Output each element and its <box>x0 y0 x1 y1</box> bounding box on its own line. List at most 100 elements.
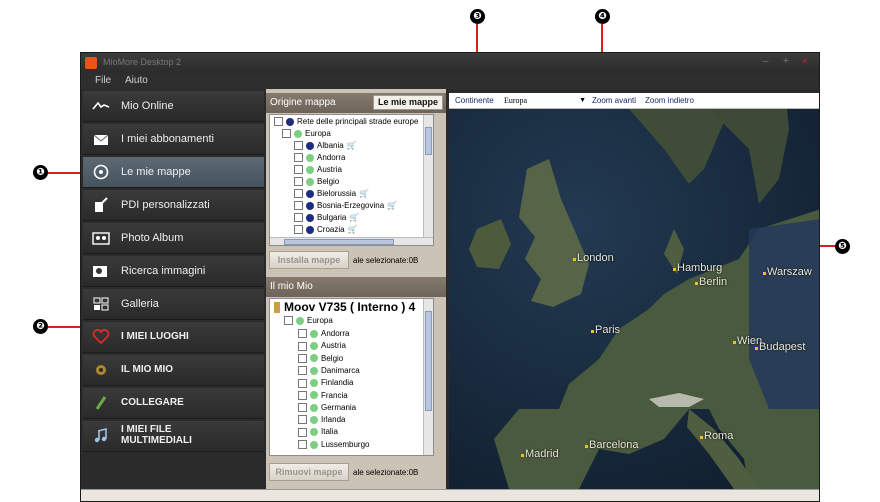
map-status-icon <box>310 342 318 351</box>
checkbox[interactable] <box>298 353 307 363</box>
nav-item-my-places[interactable]: I MIEI LUOGHI <box>83 322 264 353</box>
device-tree-row[interactable]: Belgio <box>298 354 343 366</box>
origin-map-tree[interactable]: Rete delle principali strade europe Europ… <box>269 114 434 246</box>
nav-item-custom-poi[interactable]: PDI personalizzati <box>83 190 264 221</box>
nav-item-my-maps[interactable]: Le mie mappe <box>83 157 264 188</box>
checkbox[interactable] <box>294 213 303 223</box>
continent-select[interactable]: Europa ▼ <box>501 94 587 107</box>
close-icon[interactable]: × <box>802 56 808 67</box>
map-status-icon <box>310 428 318 437</box>
device-tree-row[interactable]: Francia <box>298 391 348 403</box>
checkbox[interactable] <box>298 427 307 437</box>
cart-icon[interactable]: 🛒 <box>387 201 397 210</box>
device-tree-row[interactable]: Andorra <box>298 329 349 341</box>
gallery-icon <box>93 297 109 311</box>
origin-tree-row[interactable]: Albania 🛒 <box>294 141 357 153</box>
checkbox[interactable] <box>298 403 307 413</box>
city-marker <box>700 436 703 439</box>
menu-help[interactable]: Aiuto <box>125 75 148 86</box>
cart-icon[interactable]: 🛒 <box>359 189 369 198</box>
title-bar: MioMore Desktop 2 – + × <box>81 53 819 73</box>
device-tree-row[interactable]: Germania <box>298 403 356 415</box>
scroll-thumb[interactable] <box>425 127 432 155</box>
my-maps-button[interactable]: Le mie mappe <box>372 95 443 110</box>
origin-tree-row[interactable]: Europa <box>282 129 331 141</box>
checkbox[interactable] <box>294 141 303 151</box>
checkbox[interactable] <box>298 378 307 388</box>
checkbox[interactable] <box>298 366 307 376</box>
checkbox[interactable] <box>284 316 293 326</box>
checkbox[interactable] <box>298 341 307 351</box>
checkbox[interactable] <box>298 440 307 450</box>
zoom-out-button[interactable]: Zoom indietro <box>645 96 694 105</box>
satellite-map[interactable]: London Paris Hamburg Berlin Warszaw Wien Budap… <box>449 109 819 489</box>
checkbox[interactable] <box>282 129 291 139</box>
map-status-icon <box>306 213 314 222</box>
city-label-madrid: Madrid <box>525 448 559 460</box>
chevron-down-icon[interactable]: ▼ <box>579 97 586 104</box>
device-tree-row[interactable]: Lussemburgo <box>298 440 369 452</box>
nav-item-subscriptions[interactable]: I miei abbonamenti <box>83 124 264 155</box>
nav-item-connect[interactable]: COLLEGARE <box>83 388 264 419</box>
checkbox[interactable] <box>298 415 307 425</box>
zoom-in-button[interactable]: Zoom avanti <box>592 96 636 105</box>
nav-item-my-mio[interactable]: IL MIO MIO <box>83 355 264 386</box>
origin-tree-row[interactable]: Bosnia-Erzegovina 🛒 <box>294 201 397 213</box>
checkbox[interactable] <box>274 117 283 127</box>
nav-item-photo-album[interactable]: Photo Album <box>83 223 264 254</box>
nav-item-image-search[interactable]: Ricerca immagini <box>83 256 264 287</box>
origin-tree-row[interactable]: Rete delle principali strade europe <box>274 117 418 129</box>
cart-icon[interactable]: 🛒 <box>349 213 359 222</box>
nav-label: I MIEI FILE MULTIMEDIALI <box>121 424 192 446</box>
origin-tree-row[interactable]: Croazia 🛒 <box>294 225 358 237</box>
device-vertical-scrollbar[interactable] <box>423 299 433 455</box>
maximize-icon[interactable]: + <box>783 56 789 67</box>
nav-item-media-files[interactable]: I MIEI FILE MULTIMEDIALI <box>83 421 264 452</box>
device-row[interactable]: Moov V735 ( Interno ) 4 <box>274 300 415 315</box>
origin-vertical-scrollbar[interactable] <box>423 115 433 237</box>
cart-icon[interactable]: 🛒 <box>347 141 357 150</box>
device-root-row[interactable]: Europa <box>284 316 333 328</box>
device-map-tree[interactable]: Moov V735 ( Interno ) 4 Europa Andorra Au… <box>269 298 434 456</box>
checkbox[interactable] <box>294 165 303 175</box>
nav-item-gallery[interactable]: Galleria <box>83 289 264 320</box>
device-tree-row[interactable]: Finlandia <box>298 378 353 390</box>
origin-tree-row[interactable]: Bulgaria 🛒 <box>294 213 359 225</box>
install-maps-button[interactable]: Installa mappe <box>269 251 349 269</box>
cart-icon[interactable]: 🛒 <box>348 225 358 234</box>
origin-tree-row[interactable]: Bielorussia 🛒 <box>294 189 369 201</box>
origin-tree-row[interactable]: Austria <box>294 165 342 177</box>
minimize-icon[interactable]: – <box>763 56 769 67</box>
checkbox[interactable] <box>294 153 303 163</box>
continent-value: Europa <box>504 96 528 105</box>
origin-tree-row[interactable]: Andorra <box>294 153 345 165</box>
origin-tree-row[interactable]: Belgio <box>294 177 339 189</box>
checkbox[interactable] <box>294 201 303 211</box>
device-tree-row[interactable]: Italia <box>298 427 338 439</box>
scroll-thumb[interactable] <box>284 239 394 245</box>
map-status-icon <box>296 316 304 325</box>
origin-horizontal-scrollbar[interactable] <box>270 237 433 245</box>
city-label-hamburg: Hamburg <box>677 262 723 274</box>
nav-item-mio-online[interactable]: Mio Online <box>83 91 264 122</box>
nav-label: Le mie mappe <box>121 166 191 178</box>
region-label: Bielorussia <box>317 189 357 198</box>
checkbox[interactable] <box>298 390 307 400</box>
remove-maps-button[interactable]: Rimuovi mappe <box>269 463 349 481</box>
map-status-icon <box>310 366 318 375</box>
scroll-thumb[interactable] <box>425 311 432 411</box>
menu-file[interactable]: File <box>95 75 111 86</box>
city-marker <box>763 272 766 275</box>
checkbox[interactable] <box>294 189 303 199</box>
region-label: Austria <box>317 165 342 174</box>
checkbox[interactable] <box>294 177 303 187</box>
device-tree-row[interactable]: Austria <box>298 341 346 353</box>
map-status-icon <box>310 329 318 338</box>
map-status-icon <box>306 177 314 186</box>
city-marker <box>585 445 588 448</box>
device-tree-row[interactable]: Danimarca <box>298 366 360 378</box>
device-tree-row[interactable]: Irlanda <box>298 415 345 427</box>
checkbox[interactable] <box>298 329 307 339</box>
checkbox[interactable] <box>294 225 303 235</box>
callout-2: ❷ <box>33 319 48 334</box>
